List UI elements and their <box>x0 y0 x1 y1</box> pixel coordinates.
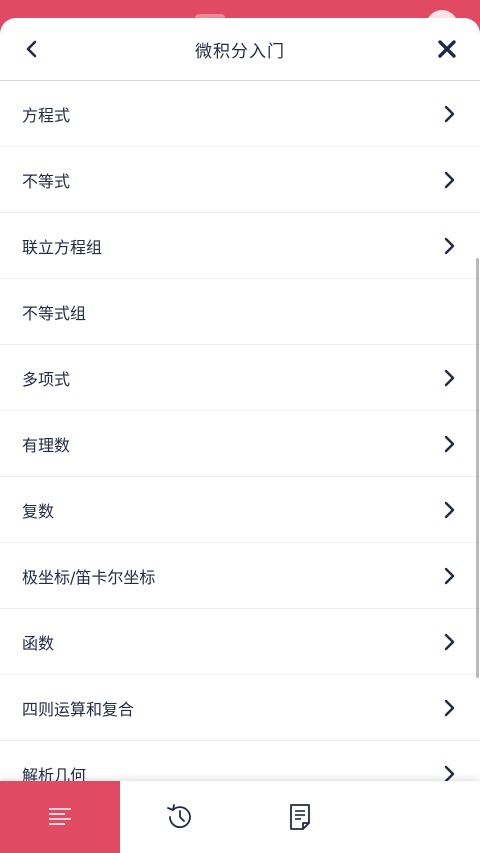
scrollbar-thumb[interactable] <box>476 258 479 678</box>
list-item[interactable]: 解析几何 <box>0 741 480 781</box>
chevron-right-icon <box>442 500 456 520</box>
notes-icon <box>290 804 310 830</box>
close-button[interactable] <box>432 34 462 64</box>
history-icon <box>167 804 191 829</box>
sheet-header: 微积分入门 <box>0 18 480 81</box>
list-item-label: 有理数 <box>22 435 71 455</box>
list-item-label: 函数 <box>22 633 55 653</box>
tab-history[interactable] <box>120 781 240 853</box>
chevron-right-icon <box>442 368 456 388</box>
tab-list[interactable] <box>0 781 120 853</box>
bottom-nav <box>0 781 480 853</box>
chevron-right-icon <box>442 632 456 652</box>
list-item[interactable]: 方程式 <box>0 81 480 147</box>
list-item[interactable]: 复数 <box>0 477 480 543</box>
topic-list: 方程式不等式联立方程组不等式组多项式有理数复数极坐标/笛卡尔坐标 函数四则运算和复… <box>0 81 480 781</box>
list-item[interactable]: 极坐标/笛卡尔坐标 <box>0 543 480 609</box>
list-icon <box>49 808 71 825</box>
chevron-right-icon <box>442 170 456 190</box>
chevron-right-icon <box>442 236 456 256</box>
chevron-left-icon <box>26 40 37 58</box>
chevron-right-icon <box>442 764 456 781</box>
list-item-label: 方程式 <box>22 105 71 125</box>
list-item-label: 解析几何 <box>22 765 87 782</box>
list-item[interactable]: 四则运算和复合 <box>0 675 480 741</box>
topic-sheet: 微积分入门 方程式不等式联立方程组不等式组多项式有理数复数极坐标/笛卡尔坐标 函数… <box>0 18 480 781</box>
back-button[interactable] <box>18 35 46 63</box>
list-item-label: 复数 <box>22 501 55 521</box>
page-title: 微积分入门 <box>195 41 285 62</box>
tab-notes[interactable] <box>240 781 360 853</box>
list-item-label: 不等式 <box>22 171 71 191</box>
list-item-label: 四则运算和复合 <box>22 699 135 719</box>
chevron-right-icon <box>442 104 456 124</box>
list-item[interactable]: 不等式 <box>0 147 480 213</box>
list-item-label: 不等式组 <box>22 303 87 323</box>
list-item-label: 极坐标/笛卡尔坐标 <box>22 567 156 587</box>
close-icon <box>438 40 456 58</box>
list-item[interactable]: 联立方程组 <box>0 213 480 279</box>
chevron-right-icon <box>442 566 456 586</box>
list-item[interactable]: 不等式组 <box>0 279 480 345</box>
app-root: 微积分入门 方程式不等式联立方程组不等式组多项式有理数复数极坐标/笛卡尔坐标 函数… <box>0 0 480 853</box>
list-item-label: 联立方程组 <box>22 237 103 257</box>
list-item[interactable]: 有理数 <box>0 411 480 477</box>
chevron-right-icon <box>442 698 456 718</box>
chevron-right-icon <box>442 434 456 454</box>
list-item[interactable]: 函数 <box>0 609 480 675</box>
list-item-label: 多项式 <box>22 369 71 389</box>
list-item[interactable]: 多项式 <box>0 345 480 411</box>
